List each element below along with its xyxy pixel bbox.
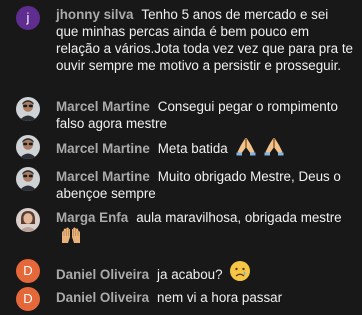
- folded-hands-emoji: [263, 136, 285, 156]
- avatar-letter: D: [23, 263, 33, 278]
- message-text: aula maravilhosa, obrigada mestre: [136, 210, 342, 225]
- avatar-daniel-oliveira[interactable]: D: [16, 259, 40, 283]
- raising-hands-emoji: [59, 226, 83, 244]
- message-author[interactable]: Marga Enfa: [56, 210, 128, 225]
- message-content: jhonny silva Tenho 5 anos de mercado e se…: [56, 6, 354, 74]
- message-content: Marga Enfa aula maravilhosa, obrigada mes…: [56, 209, 354, 245]
- message-author[interactable]: Daniel Oliveira: [56, 267, 149, 282]
- avatar-letter: j: [26, 10, 30, 25]
- message-content: Daniel Oliveira ja acabou?: [56, 260, 354, 283]
- message-author[interactable]: jhonny silva: [56, 7, 133, 22]
- message-text: ja acabou?: [157, 267, 223, 282]
- message-author[interactable]: Marcel Martine: [56, 99, 150, 114]
- user-photo-avatar[interactable]: [16, 135, 40, 159]
- message-text: nem vi a hora passar: [157, 290, 283, 305]
- message-author[interactable]: Marcel Martine: [56, 169, 150, 184]
- message-content: Daniel Oliveira nem vi a hora passar: [56, 289, 354, 306]
- avatar-jhonny-silva[interactable]: j: [16, 6, 40, 30]
- message-text: Meta batida: [157, 141, 228, 156]
- user-photo-avatar[interactable]: [16, 208, 40, 232]
- avatar-letter: D: [23, 291, 33, 306]
- live-chat-messages: j jhonny silva Tenho 5 anos de mercado e …: [0, 0, 362, 315]
- crying-face-emoji: [229, 260, 251, 282]
- message-author[interactable]: Daniel Oliveira: [56, 290, 149, 305]
- message-content: Marcel Martine Muito obrigado Mestre, Deu…: [56, 168, 354, 202]
- message-content: Marcel Martine Meta batida: [56, 136, 354, 157]
- user-photo-avatar[interactable]: [16, 97, 40, 121]
- avatar-daniel-oliveira[interactable]: D: [16, 287, 40, 311]
- user-photo-avatar[interactable]: [16, 167, 40, 191]
- message-content: Marcel Martine Consegui pegar o rompiment…: [56, 98, 354, 132]
- folded-hands-emoji: [235, 136, 257, 156]
- message-author[interactable]: Marcel Martine: [56, 141, 150, 156]
